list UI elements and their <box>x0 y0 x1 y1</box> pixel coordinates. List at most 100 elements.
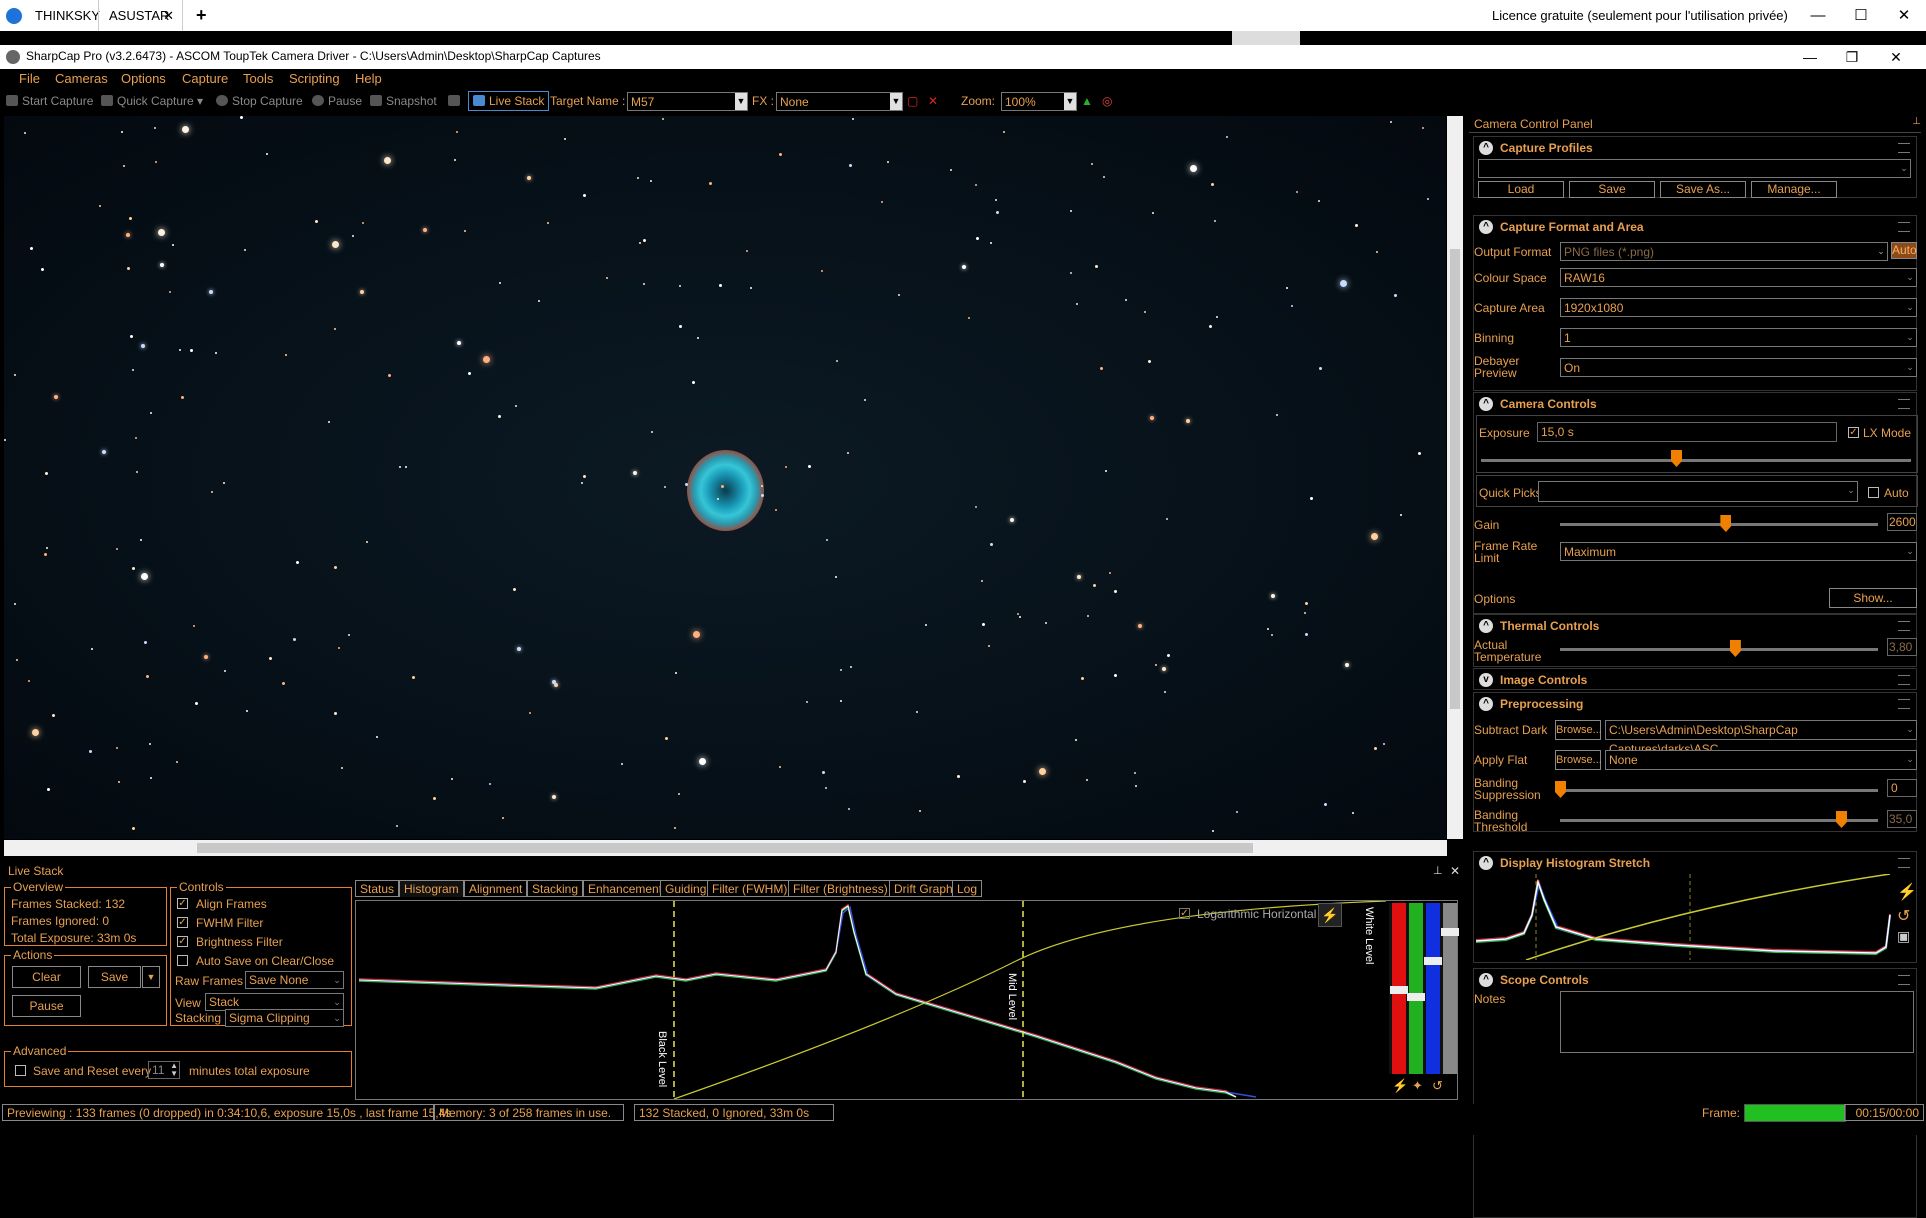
tab-histogram[interactable]: Histogram <box>399 880 464 897</box>
tab-stacking[interactable]: Stacking <box>527 880 584 897</box>
start-capture-button[interactable]: Start Capture <box>6 94 93 108</box>
pause-stack-button[interactable]: Pause <box>12 995 81 1017</box>
horizontal-scrollbar[interactable] <box>4 840 1447 856</box>
target-name-input[interactable]: M57 ▼ <box>627 92 748 111</box>
chevron-down-icon[interactable]: ⌄ <box>1875 243 1887 260</box>
zoom-select[interactable]: 100% ▼ <box>1001 92 1077 111</box>
save-profile-button[interactable]: Save <box>1569 181 1655 198</box>
capture-area-select[interactable]: 1920x1080 ⌄ <box>1560 298 1917 317</box>
scrollbar-thumb[interactable] <box>1450 249 1460 709</box>
chevron-up-icon[interactable]: ^ <box>1479 856 1493 870</box>
profile-select[interactable]: ⌄ <box>1478 159 1911 178</box>
log-axis-checkbox[interactable]: ✓ <box>1179 908 1190 919</box>
quick-picks-auto-checkbox[interactable] <box>1868 487 1879 498</box>
save-stack-button[interactable]: Save <box>88 966 141 988</box>
minimize-button[interactable]: — <box>1795 0 1841 31</box>
stacking-select[interactable]: Sigma Clipping ⌄ <box>225 1009 344 1027</box>
chevron-down-icon[interactable]: ⌄ <box>1904 269 1916 286</box>
lightning-icon[interactable]: ⚡ <box>1318 903 1342 927</box>
lx-mode-checkbox[interactable]: ✓ <box>1848 427 1859 438</box>
close-icon[interactable]: ✕ <box>1450 864 1460 878</box>
app-minimize-button[interactable]: — <box>1790 45 1830 69</box>
stop-capture-button[interactable]: Stop Capture <box>216 94 303 108</box>
chevron-down-icon[interactable]: ▼ <box>735 93 747 110</box>
exposure-input[interactable]: 15,0 s <box>1537 422 1837 442</box>
debayer-preview-select[interactable]: On ⌄ <box>1560 358 1917 377</box>
chevron-down-icon[interactable]: ⌄ <box>331 972 343 988</box>
chevron-down-icon[interactable]: ⌄ <box>1904 329 1916 346</box>
save-as-profile-button[interactable]: Save As... <box>1660 181 1746 198</box>
stack-histogram-panel[interactable]: Black Level Mid Level White Level ✓ Loga… <box>355 900 1459 1100</box>
star-icon[interactable]: ✦ <box>1412 1078 1423 1094</box>
gain-slider[interactable] <box>1560 523 1878 526</box>
banding-threshold-slider[interactable] <box>1560 819 1878 822</box>
banding-suppression-thumb[interactable] <box>1555 781 1566 798</box>
settings-icon[interactable] <box>448 94 464 108</box>
reticle-icon[interactable]: ✕ <box>928 94 938 108</box>
lum-slider-handle[interactable] <box>1441 928 1459 936</box>
chevron-down-icon[interactable]: ⌄ <box>1904 359 1916 376</box>
load-profile-button[interactable]: Load <box>1478 181 1564 198</box>
manage-profiles-button[interactable]: Manage... <box>1751 181 1837 198</box>
banding-suppression-slider[interactable] <box>1560 789 1878 792</box>
gain-input[interactable]: 2600 <box>1887 513 1917 531</box>
green-slider-handle[interactable] <box>1407 993 1425 1001</box>
lightning-icon[interactable]: ⚡ <box>1897 882 1917 902</box>
scrollbar-thumb[interactable] <box>197 843 1253 853</box>
save-icon[interactable]: ▣ <box>1897 928 1910 945</box>
reset-icon[interactable]: ↺ <box>1432 1078 1443 1094</box>
focus-assist-icon[interactable]: ◎ <box>1102 94 1112 108</box>
section-header[interactable]: ^ Display Histogram Stretch <box>1474 852 1916 874</box>
grip-icon[interactable] <box>1898 143 1910 153</box>
close-icon[interactable]: ✕ <box>163 0 174 31</box>
frame-rate-select[interactable]: Maximum ⌄ <box>1560 542 1917 561</box>
menu-file[interactable]: File <box>19 71 40 86</box>
tab-filter-fwhm[interactable]: Filter (FWHM) <box>707 880 793 897</box>
section-header[interactable]: ^ Preprocessing <box>1474 693 1916 715</box>
histogram-icon[interactable]: ▲ <box>1081 94 1093 108</box>
vertical-scrollbar[interactable] <box>1447 116 1463 839</box>
auto-stretch-icon[interactable]: ⚡ <box>1392 1078 1408 1094</box>
quick-capture-button[interactable]: Quick Capture ▾ <box>101 94 203 108</box>
apply-flat-select[interactable]: None ⌄ <box>1605 750 1917 770</box>
tab-alignment[interactable]: Alignment <box>464 880 528 897</box>
banding-threshold-input[interactable]: 35,0 <box>1887 810 1917 828</box>
align-frames-checkbox[interactable]: ✓ <box>177 898 188 909</box>
browse-flat-button[interactable]: Browse... <box>1555 750 1602 770</box>
pin-icon[interactable]: ⊥ <box>1433 864 1443 877</box>
gain-slider-thumb[interactable] <box>1720 515 1732 532</box>
app-restore-button[interactable]: ❐ <box>1832 45 1872 69</box>
banding-suppression-input[interactable]: 0 <box>1887 779 1917 797</box>
section-header[interactable]: ^ Camera Controls <box>1474 393 1916 415</box>
show-options-button[interactable]: Show... <box>1829 588 1917 608</box>
grip-icon[interactable] <box>1898 699 1910 709</box>
chevron-up-icon[interactable]: ^ <box>1479 141 1493 155</box>
chevron-down-icon[interactable]: v <box>1479 673 1493 687</box>
quick-picks-select[interactable]: ⌄ <box>1538 481 1858 502</box>
chevron-down-icon[interactable]: ⌄ <box>331 1010 343 1026</box>
grip-icon[interactable] <box>1898 621 1910 631</box>
chevron-down-icon[interactable]: ⌄ <box>1904 543 1916 560</box>
menu-scripting[interactable]: Scripting <box>289 71 340 86</box>
maximize-button[interactable]: ☐ <box>1838 0 1884 31</box>
grip-icon[interactable] <box>1898 858 1910 868</box>
fwhm-filter-checkbox[interactable]: ✓ <box>177 917 188 928</box>
chevron-down-icon[interactable]: ⌄ <box>1904 721 1916 738</box>
stack-histogram-graph[interactable] <box>356 901 1386 1099</box>
menu-capture[interactable]: Capture <box>182 71 228 86</box>
menu-help[interactable]: Help <box>355 71 382 86</box>
raw-frames-select[interactable]: Save None ⌄ <box>245 971 344 989</box>
grip-icon[interactable] <box>1898 399 1910 409</box>
selection-area-icon[interactable]: ▢ <box>907 94 918 108</box>
remote-tab-asustar[interactable]: ASUSTAR ✕ <box>98 0 183 31</box>
menu-options[interactable]: Options <box>121 71 166 86</box>
chevron-down-icon[interactable]: ⌄ <box>1898 160 1910 177</box>
spin-icon[interactable]: ▲ ▼ <box>170 1062 178 1078</box>
section-header[interactable]: ^ Capture Format and Area <box>1474 216 1916 238</box>
output-format-select[interactable]: PNG files (*.png) ⌄ <box>1560 242 1888 261</box>
chevron-up-icon[interactable]: ^ <box>1479 397 1493 411</box>
minutes-input[interactable]: 11 ▲ ▼ <box>148 1061 180 1079</box>
chevron-up-icon[interactable]: ^ <box>1479 619 1493 633</box>
chevron-down-icon[interactable]: ⌄ <box>1904 751 1916 768</box>
chevron-up-icon[interactable]: ^ <box>1479 220 1493 234</box>
